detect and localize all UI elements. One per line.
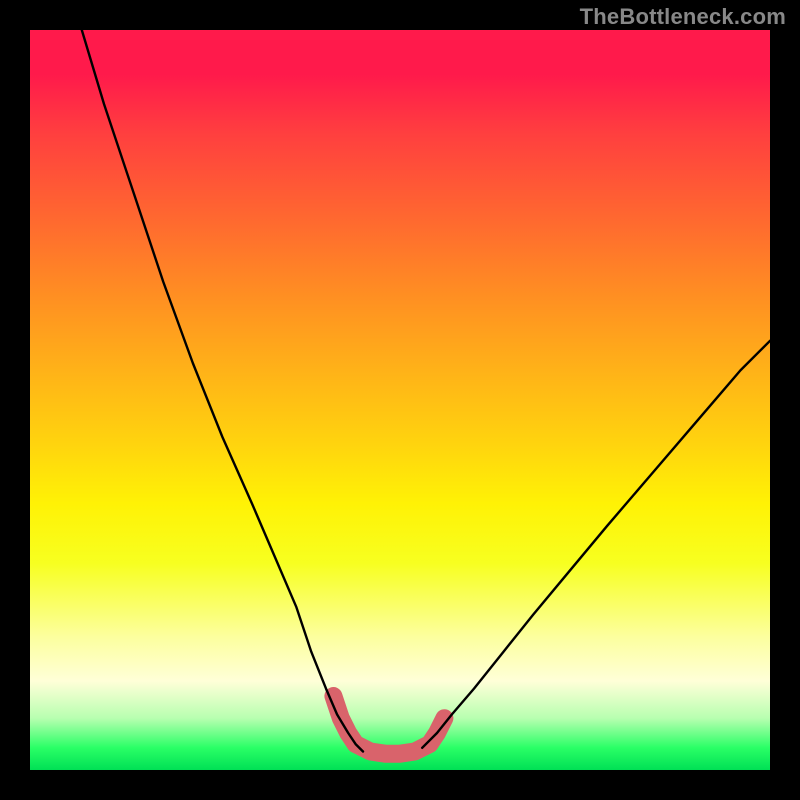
watermark-text: TheBottleneck.com <box>580 4 786 30</box>
chart-stage: TheBottleneck.com <box>0 0 800 800</box>
right-curve-path <box>422 341 770 748</box>
bottom-band-path <box>333 696 444 754</box>
left-curve-path <box>82 30 363 752</box>
curves-svg <box>30 30 770 770</box>
plot-area <box>30 30 770 770</box>
